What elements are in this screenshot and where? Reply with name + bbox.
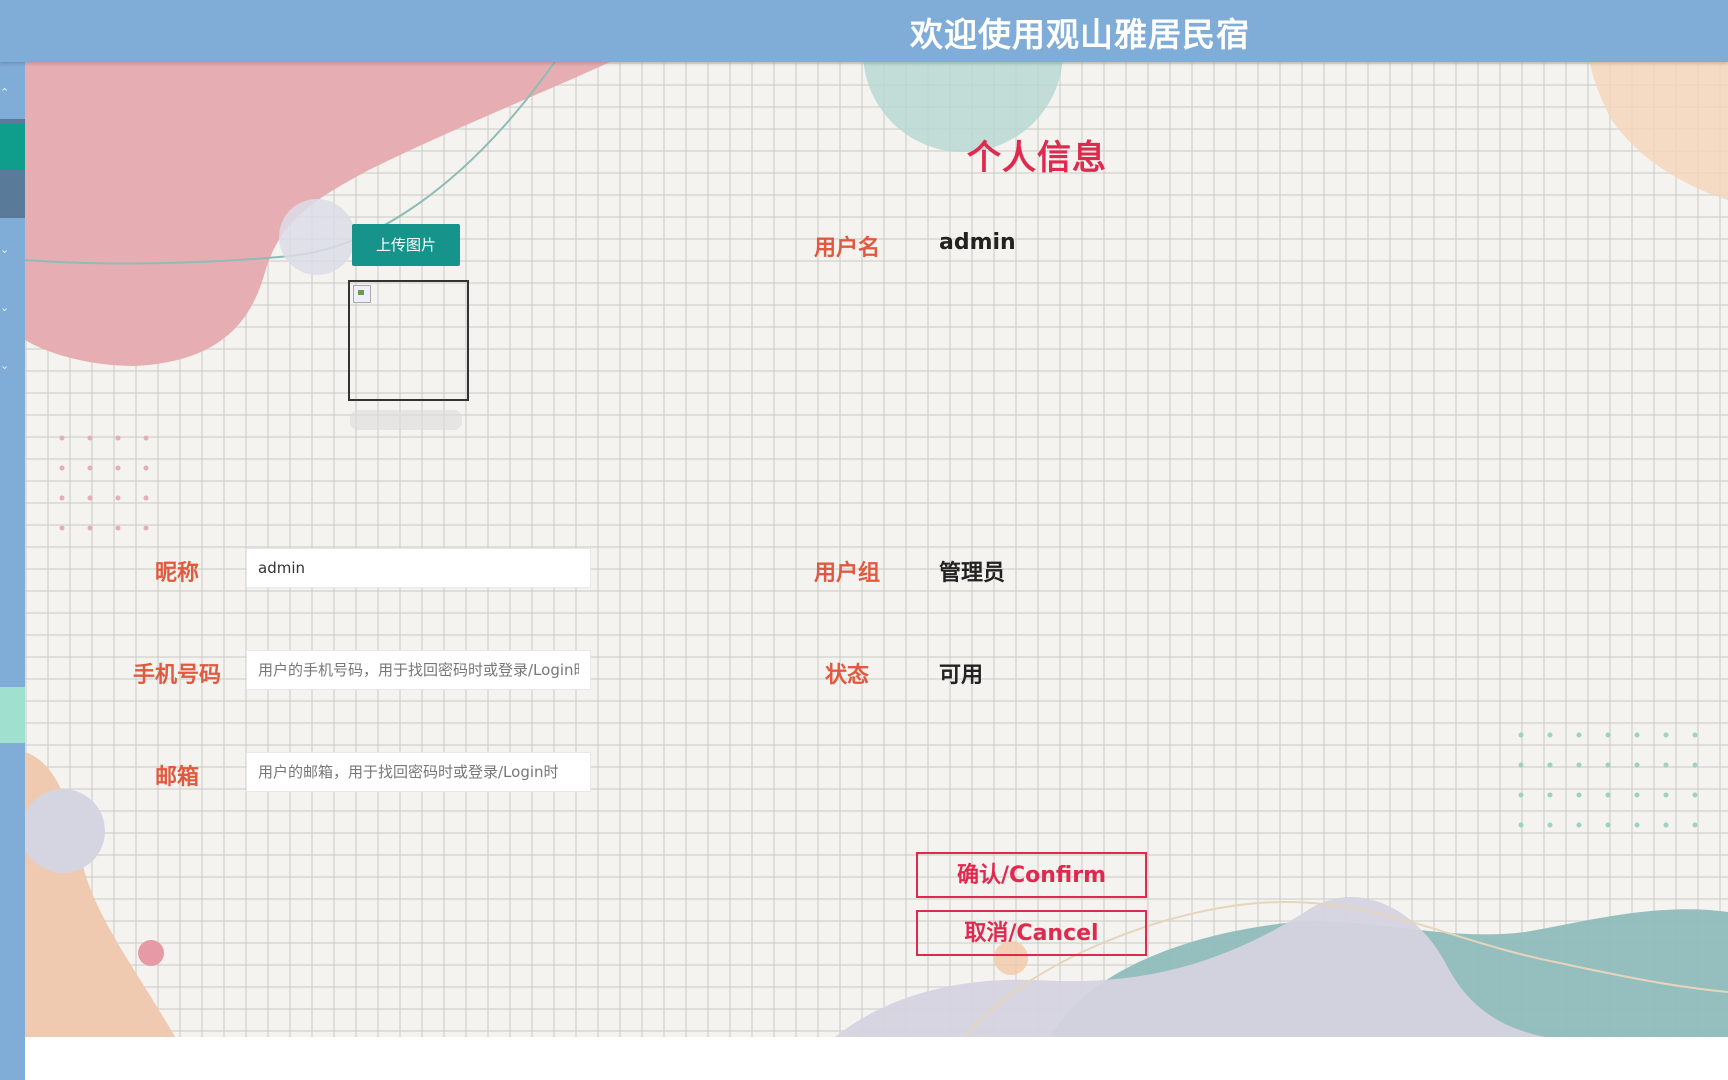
- site-title: 欢迎使用观山雅居民宿: [910, 15, 1250, 54]
- chevron-down-icon[interactable]: ⌄: [0, 360, 10, 372]
- email-input[interactable]: [246, 752, 591, 792]
- page-footer-area: [25, 1037, 1728, 1080]
- broken-image-icon: [353, 285, 371, 303]
- nickname-input[interactable]: [246, 548, 591, 588]
- user-group-value: 管理员: [939, 561, 1006, 586]
- status-label: 状态: [824, 663, 869, 688]
- user-group-label: 用户组: [813, 561, 880, 586]
- avatar-caption-placeholder: [350, 410, 462, 430]
- chevron-down-icon[interactable]: ⌄: [0, 302, 10, 314]
- chevron-up-icon[interactable]: ⌃: [0, 87, 10, 99]
- username-value: admin: [939, 230, 1016, 255]
- main-content: 个人信息 上传图片 用户名 admin 昵称 用户组 管理员 手机号码 状态 可…: [25, 62, 1728, 1037]
- sidebar-item-active[interactable]: [0, 124, 25, 170]
- upload-image-button[interactable]: 上传图片: [352, 224, 460, 266]
- cancel-button[interactable]: 取消/Cancel: [916, 910, 1147, 956]
- status-value: 可用: [939, 663, 984, 688]
- confirm-button[interactable]: 确认/Confirm: [916, 852, 1147, 898]
- avatar-preview: [348, 280, 469, 401]
- sidebar-item-highlight[interactable]: [0, 687, 25, 743]
- sidebar: ⌃ ⌄ ⌄ ⌄: [0, 62, 25, 1080]
- username-label: 用户名: [813, 236, 880, 261]
- email-label: 邮箱: [154, 765, 199, 790]
- top-header: 欢迎使用观山雅居民宿: [0, 0, 1728, 62]
- chevron-down-icon[interactable]: ⌄: [0, 244, 10, 256]
- nickname-label: 昵称: [154, 561, 199, 586]
- phone-label: 手机号码: [132, 663, 221, 688]
- sidebar-item[interactable]: [0, 170, 25, 218]
- phone-input[interactable]: [246, 650, 591, 690]
- page-title: 个人信息: [967, 138, 1107, 178]
